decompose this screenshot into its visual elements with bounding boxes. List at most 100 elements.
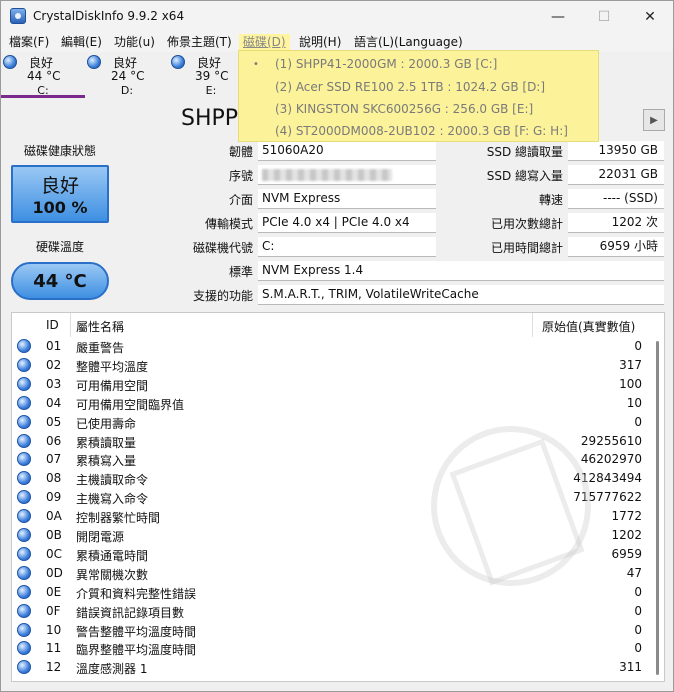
attribute-name: 可用備用空間 (76, 378, 149, 393)
status-good-icon (17, 528, 31, 542)
power-count-label: 已用次數總計 (490, 217, 563, 231)
attribute-id: 05 (46, 414, 62, 429)
attribute-raw-value: 0 (634, 339, 642, 353)
rotation-value: ---- (SSD) (568, 189, 664, 209)
attribute-id: 08 (46, 471, 62, 486)
attribute-raw-value: 715777622 (573, 490, 642, 505)
attribute-id: 03 (46, 376, 62, 391)
menu-file[interactable]: 檔案(F) (5, 34, 53, 52)
attribute-name: 累積通電時間 (76, 548, 149, 563)
attribute-name: 臨界整體平均溫度時間 (76, 643, 197, 658)
disk-menu-item-3[interactable]: (3) KINGSTON SKC600256G : 256.0 GB [E:] (275, 102, 533, 116)
status-good-icon (17, 509, 31, 524)
attribute-name: 溫度感測器 1 (76, 662, 148, 677)
status-good-icon (17, 414, 31, 429)
interface-value: NVM Express (258, 189, 436, 209)
status-good-icon (17, 546, 31, 561)
table-row[interactable]: 04 可用備用空間臨界值 10 (12, 394, 652, 413)
host-writes-label: SSD 總寫入量 (486, 169, 563, 183)
table-scrollbar[interactable] (653, 335, 663, 681)
status-good-icon (87, 55, 101, 69)
table-header: ID 屬性名稱 原始值(真實數值) (12, 313, 664, 337)
table-row[interactable]: 03 可用備用空間 100 (12, 375, 652, 394)
minimize-button[interactable]: — (535, 1, 581, 32)
table-row[interactable]: 0F 錯誤資訊記錄項目數 0 (12, 602, 652, 621)
health-status: 良好 (40, 175, 79, 197)
attribute-raw-value: 0 (634, 603, 642, 618)
attribute-raw-value: 1772 (611, 509, 642, 524)
header-name[interactable]: 屬性名稱 (76, 318, 124, 335)
header-raw[interactable]: 原始值(真實數值) (542, 318, 635, 335)
firmware-value: 51060A20 (258, 141, 436, 161)
attribute-raw-value: 6959 (611, 546, 642, 561)
power-count-value: 1202 次 (568, 213, 664, 233)
standard-label: 標準 (228, 265, 253, 279)
attribute-id: 09 (46, 490, 62, 505)
scroll-thumb[interactable] (656, 341, 659, 675)
power-hours-value: 6959 小時 (568, 237, 664, 257)
play-arrow-icon: ▶ (650, 114, 658, 126)
maximize-button[interactable]: ☐ (581, 1, 627, 32)
table-row[interactable]: 11 臨界整體平均溫度時間 0 (12, 639, 652, 658)
table-row[interactable]: 12 溫度感測器 1 311 (12, 658, 652, 677)
table-row[interactable]: 05 已使用壽命 0 (12, 413, 652, 432)
status-good-icon (17, 395, 31, 410)
rotation-label: 轉速 (538, 193, 563, 207)
table-row[interactable]: 07 累積寫入量 46202970 (12, 450, 652, 469)
attribute-name: 累積讀取量 (76, 435, 137, 450)
drive-letter: C: (37, 84, 49, 97)
disk-menu-item-4[interactable]: (4) ST2000DM008-2UB102 : 2000.3 GB [F: G… (275, 124, 568, 138)
attribute-id: 07 (46, 452, 62, 467)
attribute-name: 主機讀取命令 (76, 473, 149, 488)
table-row[interactable]: 0D 異常關機次數 47 (12, 564, 652, 583)
close-button[interactable]: ✕ (627, 1, 673, 32)
attribute-raw-value: 0 (634, 414, 642, 429)
drive-letter-value: C: (258, 237, 436, 257)
attribute-name: 介質和資料完整性錯誤 (76, 586, 197, 601)
table-row[interactable]: 08 主機讀取命令 412843494 (12, 469, 652, 488)
attribute-raw-value: 1202 (611, 528, 642, 542)
table-row[interactable]: 0B 開閉電源 1202 (12, 526, 652, 545)
header-id[interactable]: ID (46, 318, 59, 332)
drive-tab-c[interactable]: 良好 44 °C C: (1, 52, 85, 98)
host-reads-label: SSD 總讀取量 (486, 145, 563, 159)
temperature-box[interactable]: 44 °C (11, 262, 109, 300)
attribute-id: 04 (46, 395, 62, 410)
status-good-icon (17, 339, 31, 353)
menu-bar: 檔案(F) 編輯(E) 功能(u) 佈景主題(T) 磁碟(D) 說明(H) 語言… (1, 32, 673, 52)
attribute-name: 嚴重警告 (76, 341, 125, 355)
disk-menu-item-2[interactable]: (2) Acer SSD RE100 2.5 1TB : 1024.2 GB [… (275, 80, 545, 94)
status-good-icon (17, 584, 31, 599)
attribute-raw-value: 311 (619, 660, 642, 675)
table-row[interactable]: 0A 控制器繁忙時間 1772 (12, 507, 652, 526)
attribute-name: 警告整體平均溫度時間 (76, 624, 197, 639)
attribute-name: 控制器繁忙時間 (76, 511, 161, 526)
table-row[interactable]: 10 警告整體平均溫度時間 0 (12, 621, 652, 640)
table-row[interactable]: 0C 累積通電時間 6959 (12, 545, 652, 564)
menu-theme[interactable]: 佈景主題(T) (163, 34, 236, 52)
attribute-id: 12 (46, 660, 62, 675)
table-row[interactable]: 0E 介質和資料完整性錯誤 0 (12, 583, 652, 602)
drive-tab-d[interactable]: 良好 24 °C D: (85, 52, 169, 98)
next-disk-button[interactable]: ▶ (643, 109, 665, 131)
health-label: 磁碟健康狀態 (23, 144, 96, 158)
table-row[interactable]: 02 整體平均溫度 317 (12, 356, 652, 375)
status-good-icon (17, 660, 31, 675)
features-label: 支援的功能 (192, 289, 253, 303)
menu-function[interactable]: 功能(u) (110, 34, 159, 52)
table-row[interactable]: 06 累積讀取量 29255610 (12, 432, 652, 451)
status-good-icon (17, 603, 31, 618)
table-row[interactable]: 01 嚴重警告 0 (12, 337, 652, 356)
disk-menu-item-1[interactable]: (1) SHPP41-2000GM : 2000.3 GB [C:] (275, 57, 497, 71)
app-window: CrystalDiskInfo 9.9.2 x64 — ☐ ✕ 檔案(F) 編輯… (0, 0, 674, 692)
host-reads-value: 13950 GB (568, 141, 664, 161)
menu-edit[interactable]: 編輯(E) (57, 34, 106, 52)
attribute-id: 11 (46, 641, 62, 656)
model-title: SHPP (181, 106, 239, 131)
table-row[interactable]: 09 主機寫入命令 715777622 (12, 488, 652, 507)
drive-temp: 24 °C (111, 69, 145, 83)
health-status-box[interactable]: 良好 100 % (11, 165, 109, 223)
attribute-id: 0F (46, 603, 61, 618)
smart-attributes-table: ID 屬性名稱 原始值(真實數值) 01 嚴重警告 0 02 整體平均溫度 317 03 可用… (11, 312, 665, 682)
drive-temp: 44 °C (27, 69, 61, 83)
